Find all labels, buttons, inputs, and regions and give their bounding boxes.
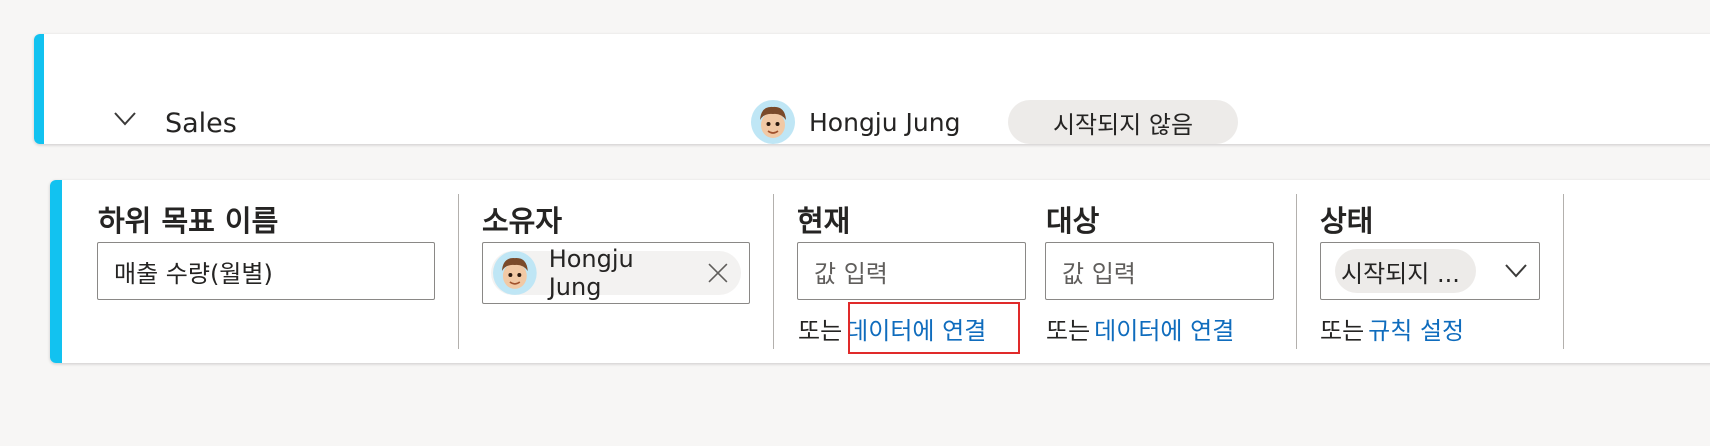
avatar [751, 100, 795, 144]
current-value-input[interactable]: 값 입력 [797, 242, 1026, 300]
status-set-rules-link[interactable]: 규칙 설정 [1368, 317, 1464, 345]
subgoal-name-value: 매출 수량(월별) [114, 259, 273, 288]
current-placeholder: 값 입력 [814, 259, 888, 288]
owner-label: 소유자 [482, 204, 563, 238]
status-or-text: 또는 [1320, 317, 1365, 345]
column-divider [773, 194, 774, 349]
column-divider [1563, 194, 1564, 349]
goal-owner-name: Hongju Jung [809, 107, 961, 137]
owner-chip-name: Hongju Jung [548, 245, 634, 301]
goal-name: Sales [165, 108, 237, 139]
column-divider [1296, 194, 1297, 349]
owner-chip: Hongju Jung [491, 245, 741, 301]
subgoal-name-label: 하위 목표 이름 [98, 204, 279, 238]
goal-accent-bar [34, 34, 44, 144]
status-or-line: 또는 규칙 설정 [1320, 311, 1464, 346]
owner-picker[interactable]: Hongju Jung [482, 242, 750, 304]
current-or-text: 또는 [798, 317, 843, 345]
subgoal-edit-row: 하위 목표 이름 매출 수량(월별) 소유자 Hongju Jung 현재 값 … [50, 180, 1710, 363]
goal-status-badge[interactable]: 시작되지 않음 [1008, 100, 1238, 144]
chevron-down-icon [1505, 264, 1527, 278]
goal-owner: Hongju Jung [751, 100, 960, 144]
status-label: 상태 [1320, 204, 1374, 238]
highlight-box [848, 302, 1020, 354]
subgoal-accent-bar [50, 180, 62, 363]
status-selected-value: 시작되지 ... [1341, 259, 1460, 288]
target-value-input[interactable]: 값 입력 [1045, 242, 1274, 300]
target-label: 대상 [1046, 204, 1100, 238]
close-icon[interactable] [707, 262, 729, 284]
avatar [493, 251, 537, 295]
target-or-line: 또는 데이터에 연결 [1046, 311, 1234, 346]
target-placeholder: 값 입력 [1062, 259, 1136, 288]
subgoal-name-input[interactable]: 매출 수량(월별) [97, 242, 435, 300]
target-connect-data-link[interactable]: 데이터에 연결 [1094, 317, 1234, 345]
current-label: 현재 [797, 204, 851, 238]
status-selected-pill: 시작되지 ... [1335, 249, 1476, 293]
goal-row[interactable]: Sales Hongju Jung 시작되지 않음 [34, 34, 1710, 144]
status-dropdown[interactable]: 시작되지 ... [1320, 242, 1540, 300]
chevron-down-icon[interactable] [114, 112, 136, 126]
column-divider [458, 194, 459, 349]
target-or-text: 또는 [1046, 317, 1091, 345]
